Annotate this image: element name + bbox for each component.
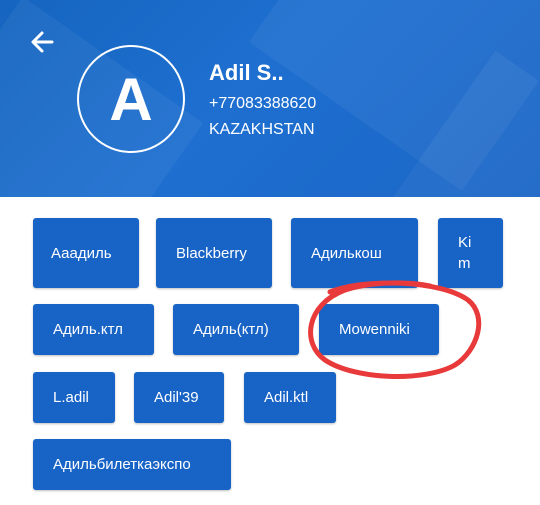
tag-chip[interactable]: Адильбилеткаэкспо: [33, 439, 231, 490]
tag-chip[interactable]: Adil.ktl: [244, 372, 336, 423]
tag-label: Ааадиль: [51, 244, 112, 262]
profile-header: A Adil S.. +77083388620 KAZAKHSTAN: [0, 0, 540, 197]
tag-chip[interactable]: Adil'39: [134, 372, 224, 423]
tag-label: Blackberry: [176, 244, 247, 262]
tag-label: Адиль.ктл: [53, 321, 123, 338]
tag-label: Адиль(ктл): [193, 321, 269, 338]
back-button[interactable]: [26, 26, 58, 58]
tag-label: Adil.ktl: [264, 389, 309, 406]
tag-chip[interactable]: Mowenniki: [319, 304, 439, 355]
avatar-initial: A: [109, 65, 153, 133]
tag-chip[interactable]: L.adil: [33, 372, 115, 423]
tag-label: Adil'39: [154, 389, 199, 406]
contact-country: KAZAKHSTAN: [209, 121, 315, 138]
tag-label: Адильбилеткаэкспо: [53, 456, 191, 473]
tag-chip[interactable]: Адиль.ктл: [33, 304, 154, 355]
avatar: A: [77, 45, 185, 153]
contact-name: Adil S..: [209, 60, 284, 85]
arrow-left-icon: [31, 31, 54, 53]
contact-phone: +77083388620: [209, 95, 317, 112]
tag-label: L.adil: [53, 389, 89, 406]
tag-chip[interactable]: Ааадиль: [33, 218, 139, 288]
tag-chip[interactable]: Kim: [438, 218, 503, 288]
tag-chip[interactable]: Адилькош: [291, 218, 418, 288]
tag-chip[interactable]: Blackberry: [156, 218, 272, 288]
tag-chip[interactable]: Адиль(ктл): [173, 304, 299, 355]
tag-label: Kim: [458, 234, 472, 272]
tag-label: Mowenniki: [339, 321, 410, 338]
tag-label: Адилькош: [311, 244, 382, 262]
